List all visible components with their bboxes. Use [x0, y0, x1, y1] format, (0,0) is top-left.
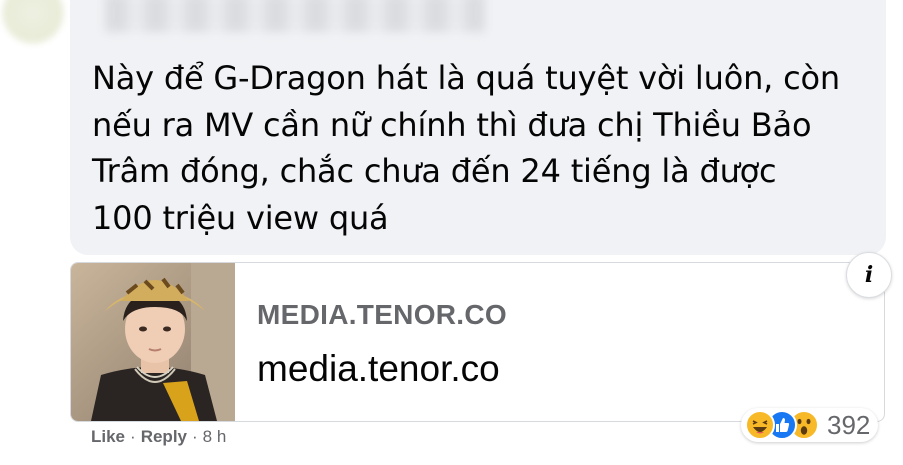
comment-bubble: Này để G-Dragon hát là quá tuyệt vời luô…: [70, 0, 886, 255]
preview-domain: MEDIA.TENOR.CO: [257, 299, 507, 330]
reply-button[interactable]: Reply: [141, 427, 187, 447]
comment-timestamp[interactable]: 8 h: [203, 427, 227, 447]
comment-line: nếu ra MV cần nữ chính thì đưa chị Thiều…: [92, 105, 812, 144]
reaction-count: 392: [827, 409, 871, 440]
like-button[interactable]: Like: [91, 427, 125, 447]
info-icon[interactable]: i: [846, 252, 892, 298]
link-preview-card[interactable]: MEDIA.TENOR.CO media.tenor.co: [70, 262, 885, 422]
separator-dot: ·: [130, 427, 136, 446]
commenter-name-blurred[interactable]: [105, 0, 485, 32]
comment-line: Này để G-Dragon hát là quá tuyệt vời luô…: [92, 59, 840, 97]
haha-icon: [745, 410, 775, 440]
comment-line: 100 triệu view quá: [92, 199, 389, 238]
comment-text: Này để G-Dragon hát là quá tuyệt vời luô…: [92, 55, 872, 242]
info-glyph: i: [864, 262, 874, 288]
comment-line: Trâm đóng, chắc chưa đến 24 tiếng là đượ…: [92, 152, 777, 191]
commenter-avatar[interactable]: [2, 0, 64, 44]
preview-thumbnail[interactable]: [71, 263, 235, 421]
preview-title[interactable]: media.tenor.co: [257, 348, 500, 390]
separator-dot: ·: [192, 427, 198, 446]
comment-actions: Like · Reply · 8 h: [91, 427, 226, 447]
reaction-icons: [745, 410, 823, 440]
reactions-summary[interactable]: 392: [741, 408, 879, 442]
